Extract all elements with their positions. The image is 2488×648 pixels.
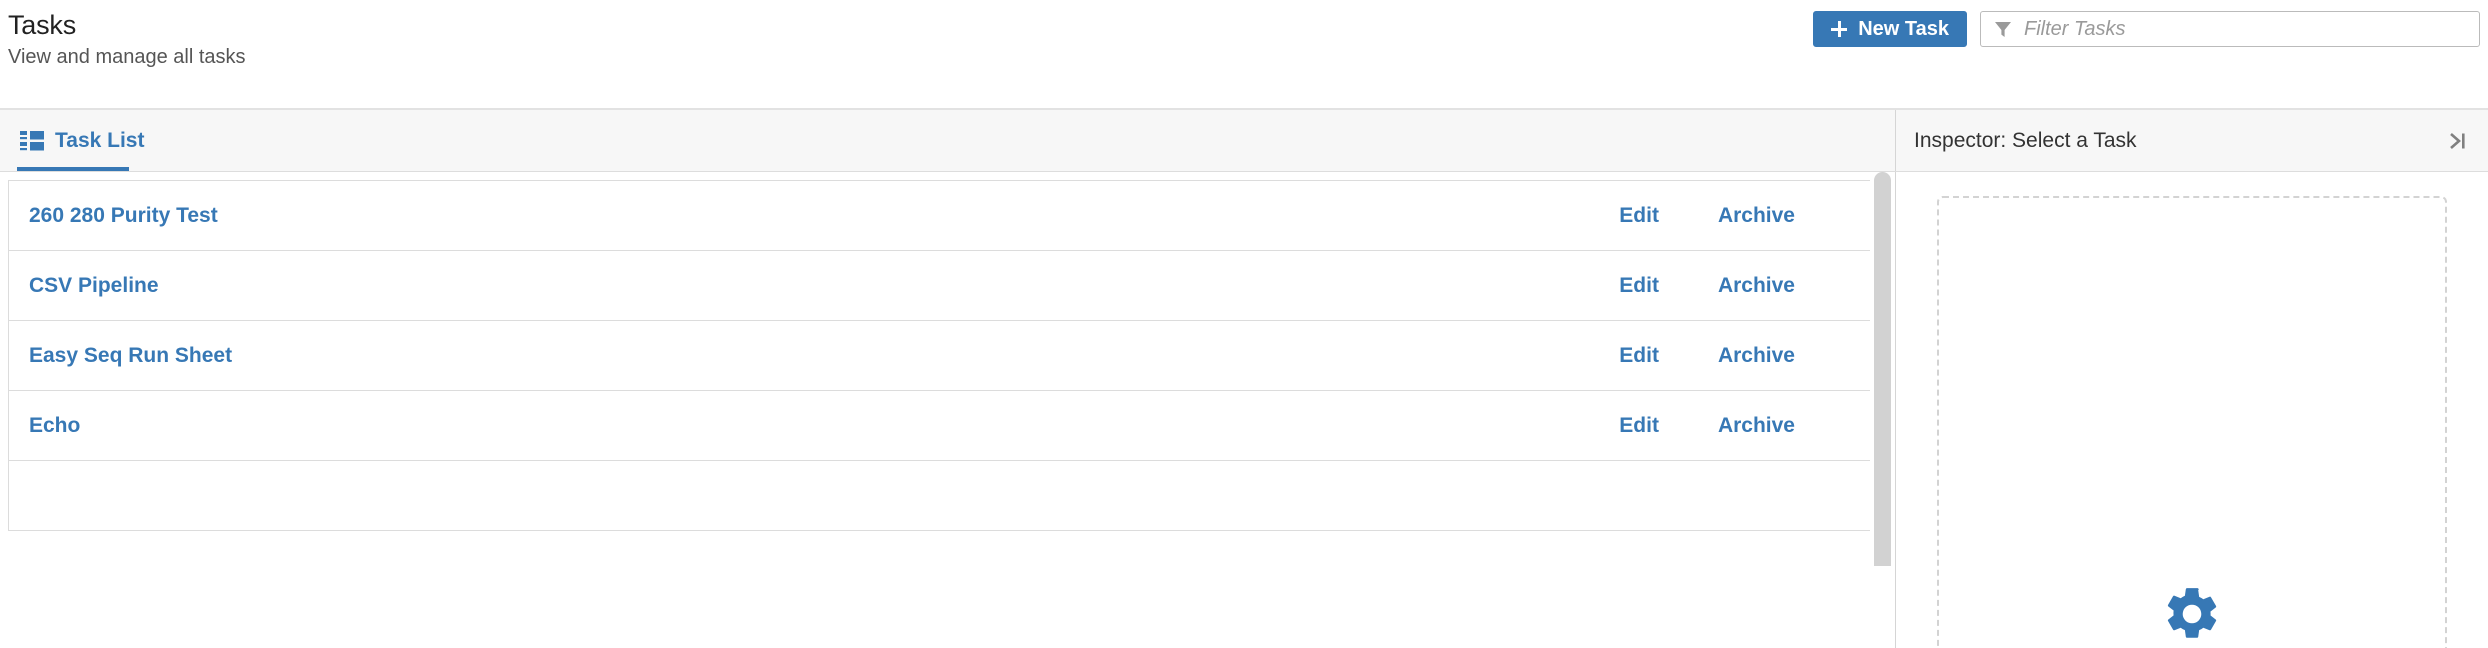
task-name-link[interactable]: Easy Seq Run Sheet [29, 344, 1619, 368]
edit-link[interactable]: Edit [1619, 204, 1659, 228]
row-actions: Edit Archive [1619, 344, 1846, 368]
task-list-icon [20, 130, 44, 150]
body-split: 260 280 Purity Test Edit Archive CSV Pip… [0, 172, 2488, 648]
task-name-link[interactable]: Echo [29, 414, 1619, 438]
funnel-icon [1995, 22, 2011, 37]
row-actions: Edit Archive [1619, 274, 1846, 298]
inspector-title: Inspector: Select a Task [1914, 128, 2137, 152]
tab-strip: Task List Inspector: Select a Task [0, 110, 2488, 172]
new-task-button-label: New Task [1858, 17, 1949, 40]
table-row[interactable]: Easy Seq Run Sheet Edit Archive [9, 321, 1878, 391]
archive-link[interactable]: Archive [1718, 414, 1795, 438]
header-actions: New Task [1813, 11, 2480, 47]
inspector-header: Inspector: Select a Task [1896, 110, 2488, 171]
edit-link[interactable]: Edit [1619, 344, 1659, 368]
tab-strip-left: Task List [0, 110, 1896, 171]
tab-active-indicator [17, 167, 129, 171]
task-table: 260 280 Purity Test Edit Archive CSV Pip… [8, 180, 1879, 531]
archive-link[interactable]: Archive [1718, 344, 1795, 368]
table-row[interactable]: CSV Pipeline Edit Archive [9, 251, 1878, 321]
filter-tasks-input[interactable] [2024, 13, 2479, 45]
filter-tasks-field[interactable] [1980, 11, 2480, 47]
task-list-pane: 260 280 Purity Test Edit Archive CSV Pip… [0, 172, 1896, 648]
page-header: Tasks View and manage all tasks New Task [0, 0, 2488, 110]
row-actions: Edit Archive [1619, 414, 1846, 438]
table-row[interactable]: 260 280 Purity Test Edit Archive [9, 181, 1878, 251]
task-name-link[interactable]: 260 280 Purity Test [29, 204, 1619, 228]
task-list-scrollbar-thumb[interactable] [1874, 172, 1891, 566]
table-row[interactable]: Echo Edit Archive [9, 391, 1878, 461]
table-row[interactable] [9, 461, 1878, 531]
tab-task-list[interactable]: Task List [0, 110, 162, 171]
row-actions: Edit Archive [1619, 204, 1846, 228]
archive-link[interactable]: Archive [1718, 274, 1795, 298]
archive-link[interactable]: Archive [1718, 204, 1795, 228]
inspector-pane [1896, 172, 2488, 648]
tab-task-list-label: Task List [55, 129, 145, 152]
edit-link[interactable]: Edit [1619, 274, 1659, 298]
gear-icon [2167, 588, 2217, 638]
edit-link[interactable]: Edit [1619, 414, 1659, 438]
new-task-button[interactable]: New Task [1813, 11, 1967, 47]
inspector-empty-placeholder [1937, 196, 2447, 648]
plus-icon [1831, 21, 1848, 37]
task-list-scrollbar[interactable] [1870, 172, 1895, 648]
task-name-link[interactable]: CSV Pipeline [29, 274, 1619, 298]
collapse-right-icon[interactable] [2446, 130, 2468, 152]
page-subtitle: View and manage all tasks [8, 46, 246, 68]
